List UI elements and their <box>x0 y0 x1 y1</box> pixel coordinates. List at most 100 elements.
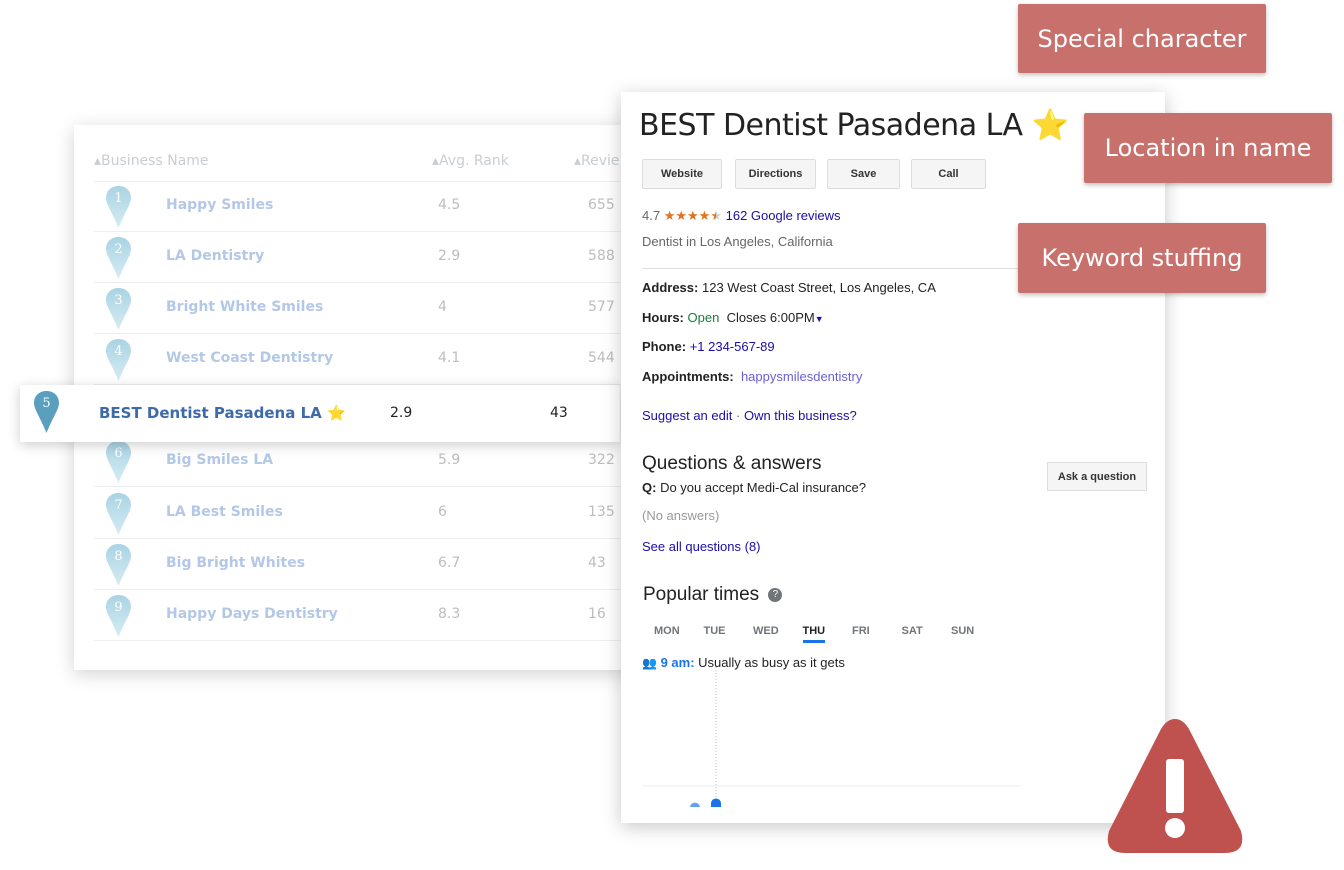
directions-button[interactable]: Directions <box>735 159 816 189</box>
pin-number: 9 <box>114 600 123 615</box>
save-button[interactable]: Save <box>827 159 900 189</box>
hours-status: Open <box>687 310 720 325</box>
business-name[interactable]: Big Bright Whites <box>166 555 305 571</box>
callout-location-in-name: Location in name <box>1084 113 1332 183</box>
table-row[interactable]: 2 LA Dentistry 2.9 588 <box>94 232 654 283</box>
reviews: 135 <box>588 504 615 520</box>
pin-number: 6 <box>114 446 123 461</box>
divider <box>94 181 654 182</box>
table-row[interactable]: 6 Big Smiles LA 5.9 322 <box>94 436 654 487</box>
day-tab-wed[interactable]: WED <box>753 625 779 637</box>
day-tab-sat[interactable]: SAT <box>902 625 923 637</box>
call-button[interactable]: Call <box>911 159 986 189</box>
business-name[interactable]: Happy Days Dentistry <box>166 606 338 622</box>
pin-number: 7 <box>114 498 123 513</box>
avg-rank: 2.9 <box>438 248 461 264</box>
address-value: 123 West Coast Street, Los Angeles, CA <box>701 280 936 295</box>
business-title-text: BEST Dentist Pasadena LA <box>639 108 1023 143</box>
phone-link[interactable]: +1 234-567-89 <box>690 339 775 354</box>
appointments-label: Appointments: <box>642 369 734 384</box>
category: Dentist in Los Angeles, California <box>642 234 833 249</box>
map-pin-icon: 6 <box>105 440 132 484</box>
warning-icon <box>1107 719 1243 853</box>
map-pin-icon: 4 <box>105 338 132 382</box>
hours-label: Hours: <box>642 310 684 325</box>
day-tab-mon[interactable]: MON <box>654 625 680 637</box>
pin-number: 2 <box>114 242 123 257</box>
business-name-text: BEST Dentist Pasadena LA <box>99 404 322 422</box>
see-all-questions-link[interactable]: See all questions (8) <box>642 539 761 554</box>
avg-rank: 4 <box>438 299 447 315</box>
caret-down-icon[interactable]: ▼ <box>815 314 824 324</box>
website-button[interactable]: Website <box>642 159 722 189</box>
reviews-link[interactable]: 162 Google reviews <box>726 208 841 223</box>
edit-links: Suggest an edit · Own this business? <box>642 408 857 423</box>
star-emoji: ⭐ <box>326 404 346 422</box>
avg-rank: 2.9 <box>390 405 413 421</box>
appointments-link[interactable]: happysmilesdentistry <box>741 369 862 384</box>
map-pin-icon: 3 <box>105 287 132 331</box>
avg-rank: 5.9 <box>438 452 461 468</box>
day-tab-fri[interactable]: FRI <box>852 625 870 637</box>
reviews: 16 <box>588 606 606 622</box>
no-answers: (No answers) <box>642 508 720 523</box>
avg-rank: 4.5 <box>438 197 461 213</box>
header-label: Revie <box>581 153 620 169</box>
pin-number: 5 <box>42 396 51 411</box>
business-name[interactable]: LA Best Smiles <box>166 504 283 520</box>
business-name[interactable]: Happy Smiles <box>166 197 273 213</box>
help-icon[interactable]: ? <box>768 588 783 602</box>
phone-label: Phone: <box>642 339 687 354</box>
avg-rank: 8.3 <box>438 606 461 622</box>
map-pin-icon: 9 <box>105 594 132 638</box>
ask-question-button[interactable]: Ask a question <box>1047 462 1147 491</box>
avg-rank: 4.1 <box>438 350 461 366</box>
map-pin-icon: 1 <box>105 185 132 229</box>
q-label: Q: <box>642 480 657 495</box>
business-name[interactable]: Bright White Smiles <box>166 299 323 315</box>
map-pin-icon: 7 <box>105 492 132 536</box>
pin-number: 3 <box>114 293 123 308</box>
map-pin-icon: 5 <box>33 390 60 434</box>
address-row: Address: 123 West Coast Street, Los Ange… <box>642 280 936 295</box>
pin-number: 8 <box>114 549 123 564</box>
day-tab-tue[interactable]: TUE <box>704 625 726 637</box>
appointments-row: Appointments: happysmilesdentistry <box>642 369 862 384</box>
avg-rank: 6.7 <box>438 555 461 571</box>
highlighted-row[interactable]: 5 BEST Dentist Pasadena LA ⭐ 2.9 43 <box>20 385 620 442</box>
star-emoji: ⭐ <box>1031 108 1069 143</box>
business-panel: BEST Dentist Pasadena LA ⭐ Website Direc… <box>621 92 1165 823</box>
callout-special-character: Special character <box>1018 4 1266 73</box>
suggest-edit-link[interactable]: Suggest an edit <box>642 408 732 423</box>
table-row[interactable]: 7 LA Best Smiles 6 135 <box>94 488 654 539</box>
own-business-link[interactable]: Own this business? <box>744 408 857 423</box>
phone-row: Phone: +1 234-567-89 <box>642 339 775 354</box>
header-reviews[interactable]: ▴Revie <box>574 153 620 169</box>
reviews: 322 <box>588 452 615 468</box>
header-label: Avg. Rank <box>439 153 509 169</box>
day-tab-sun[interactable]: SUN <box>951 625 974 637</box>
pin-number: 1 <box>114 191 123 206</box>
reviews: 588 <box>588 248 615 264</box>
separator: · <box>735 408 741 423</box>
table-row[interactable]: 1 Happy Smiles 4.5 655 <box>94 181 654 232</box>
table-row[interactable]: 3 Bright White Smiles 4 577 <box>94 283 654 334</box>
map-pin-icon: 8 <box>105 543 132 587</box>
hours-row: Hours: Open Closes 6:00PM▼ <box>642 310 824 325</box>
qa-title: Questions & answers <box>642 453 822 474</box>
table-row[interactable]: 9 Happy Days Dentistry 8.3 16 <box>94 590 654 641</box>
header-avg-rank[interactable]: ▴Avg. Rank <box>432 153 509 169</box>
business-name[interactable]: LA Dentistry <box>166 248 264 264</box>
star-rating-icon: ★★★★★ <box>663 208 722 223</box>
day-tab-thu[interactable]: THU <box>802 625 826 643</box>
table-row[interactable]: 4 West Coast Dentistry 4.1 544 <box>94 334 654 385</box>
table-row[interactable]: 8 Big Bright Whites 6.7 43 <box>94 539 654 590</box>
business-name[interactable]: Big Smiles LA <box>166 452 273 468</box>
bar-9a <box>711 798 721 807</box>
header-business-name[interactable]: ▴Business Name <box>94 153 209 169</box>
business-name: BEST Dentist Pasadena LA ⭐ <box>99 404 346 422</box>
reviews: 655 <box>588 197 615 213</box>
hours-dropdown[interactable]: Closes 6:00PM <box>727 310 815 325</box>
business-name[interactable]: West Coast Dentistry <box>166 350 333 366</box>
popular-times-chart: 9a12p3p6p9p <box>642 667 1021 807</box>
